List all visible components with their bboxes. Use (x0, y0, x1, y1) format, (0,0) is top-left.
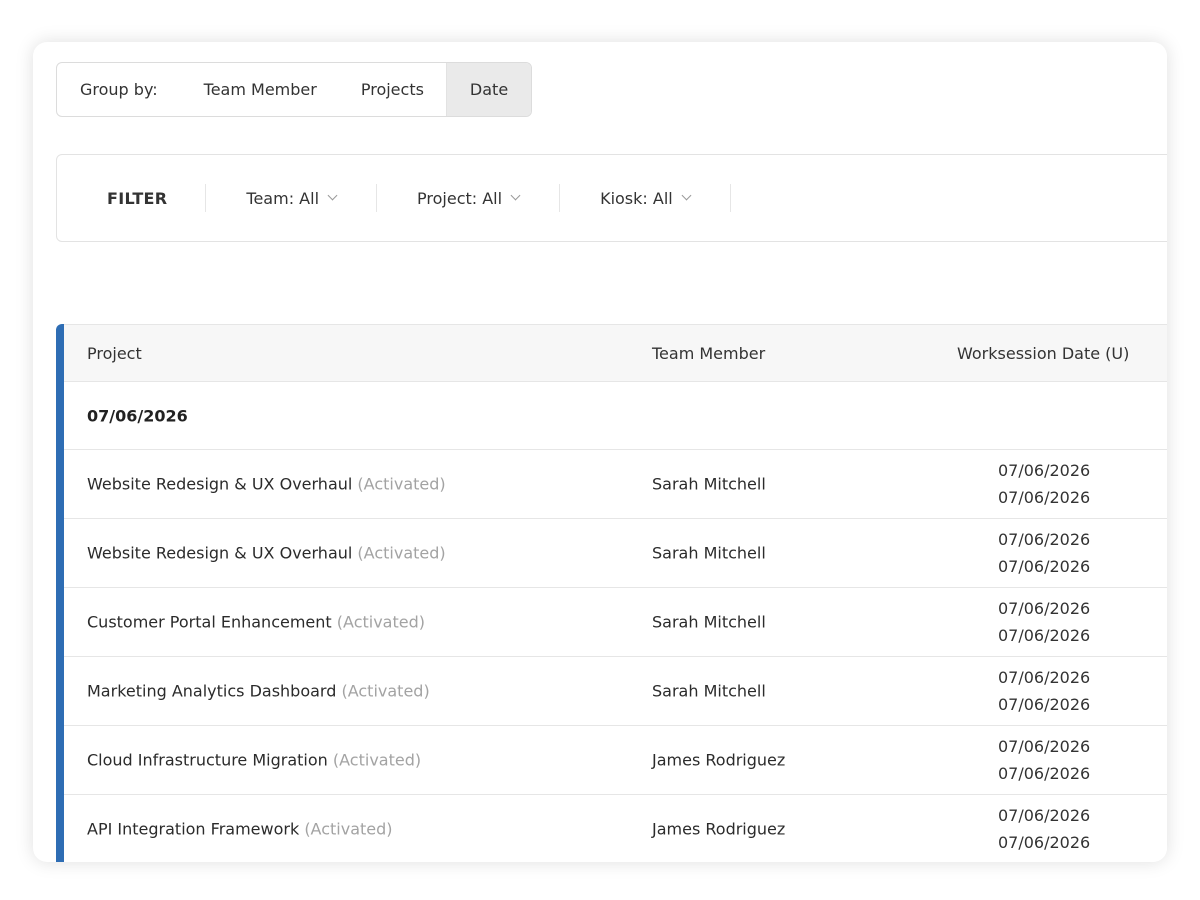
project-status: (Activated) (341, 681, 430, 701)
table-row[interactable]: API Integration Framework (Activated) Ja… (64, 795, 1167, 862)
end-date: 07/06/2026 (998, 626, 1091, 645)
start-date: 07/06/2026 (998, 737, 1091, 756)
project-status: (Activated) (332, 750, 422, 770)
group-by-date-option[interactable]: Date (445, 63, 532, 116)
chevron-down-icon (681, 190, 692, 201)
team-member-cell: James Rodriguez (652, 819, 786, 839)
end-date: 07/06/2026 (998, 695, 1091, 714)
team-member-cell: James Rodriguez (652, 750, 786, 770)
table-row[interactable]: Website Redesign & UX Overhaul (Activate… (64, 450, 1167, 519)
start-date: 07/06/2026 (998, 599, 1091, 618)
filter-title: FILTER (107, 188, 168, 208)
team-member-cell: Sarah Mitchell (652, 681, 766, 701)
end-date: 07/06/2026 (998, 833, 1091, 852)
report-card: Group by: Team Member Projects Date FILT… (33, 42, 1167, 862)
project-status: (Activated) (336, 612, 425, 632)
project-name: Cloud Infrastructure Migration (87, 750, 328, 770)
date-cell: 07/06/2026 07/06/2026 (998, 526, 1090, 580)
team-filter-label: Team: All (246, 188, 320, 208)
chevron-down-icon (510, 190, 521, 201)
table-row[interactable]: Cloud Infrastructure Migration (Activate… (64, 726, 1167, 795)
date-cell: 07/06/2026 07/06/2026 (998, 457, 1090, 511)
project-cell: Website Redesign & UX Overhaul (Activate… (87, 475, 446, 494)
table-header: Project Team Member Worksession Date (U) (64, 324, 1167, 382)
end-date: 07/06/2026 (998, 764, 1091, 783)
kiosk-filter-label: Kiosk: All (600, 188, 673, 208)
date-cell: 07/06/2026 07/06/2026 (998, 733, 1090, 787)
chevron-down-icon (327, 190, 338, 201)
group-by-label: Group by: (80, 80, 158, 99)
team-member-cell: Sarah Mitchell (652, 543, 766, 563)
project-name: Website Redesign & UX Overhaul (87, 474, 353, 494)
table-row[interactable]: Customer Portal Enhancement (Activated) … (64, 588, 1167, 657)
project-cell: API Integration Framework (Activated) (87, 820, 393, 839)
project-cell: Marketing Analytics Dashboard (Activated… (87, 682, 430, 701)
group-by-team-member-option[interactable]: Team Member (182, 63, 339, 116)
project-status: (Activated) (304, 819, 393, 839)
project-filter-dropdown[interactable]: Project: All (376, 184, 559, 212)
header-worksession-date[interactable]: Worksession Date (U) (957, 344, 1129, 363)
start-date: 07/06/2026 (998, 668, 1091, 687)
kiosk-filter-dropdown[interactable]: Kiosk: All (559, 184, 731, 212)
project-name: API Integration Framework (87, 819, 300, 839)
project-name: Marketing Analytics Dashboard (87, 681, 337, 701)
filter-bar: FILTER Team: All Project: All Kiosk: All (56, 154, 1167, 242)
project-status: (Activated) (357, 543, 446, 563)
group-by-control: Group by: Team Member Projects Date (56, 62, 533, 117)
team-filter-dropdown[interactable]: Team: All (205, 184, 376, 212)
start-date: 07/06/2026 (998, 461, 1091, 480)
project-cell: Website Redesign & UX Overhaul (Activate… (87, 544, 446, 563)
group-row: 07/06/2026 (64, 382, 1167, 450)
header-project[interactable]: Project (87, 344, 142, 363)
team-member-cell: Sarah Mitchell (652, 474, 766, 494)
end-date: 07/06/2026 (998, 488, 1091, 507)
project-cell: Cloud Infrastructure Migration (Activate… (87, 751, 421, 770)
date-cell: 07/06/2026 07/06/2026 (998, 664, 1090, 718)
worksession-table: Project Team Member Worksession Date (U)… (56, 324, 1167, 862)
project-cell: Customer Portal Enhancement (Activated) (87, 613, 425, 632)
project-status: (Activated) (357, 474, 446, 494)
project-filter-label: Project: All (417, 188, 503, 208)
team-member-cell: Sarah Mitchell (652, 612, 766, 632)
group-by-projects-option[interactable]: Projects (339, 63, 446, 116)
date-cell: 07/06/2026 07/06/2026 (998, 802, 1090, 856)
table-row[interactable]: Marketing Analytics Dashboard (Activated… (64, 657, 1167, 726)
start-date: 07/06/2026 (998, 530, 1091, 549)
start-date: 07/06/2026 (998, 806, 1091, 825)
table-row[interactable]: Website Redesign & UX Overhaul (Activate… (64, 519, 1167, 588)
group-date-label: 07/06/2026 (87, 406, 188, 425)
end-date: 07/06/2026 (998, 557, 1091, 576)
header-team-member[interactable]: Team Member (652, 344, 765, 363)
project-name: Website Redesign & UX Overhaul (87, 543, 353, 563)
date-cell: 07/06/2026 07/06/2026 (998, 595, 1090, 649)
project-name: Customer Portal Enhancement (87, 612, 332, 632)
